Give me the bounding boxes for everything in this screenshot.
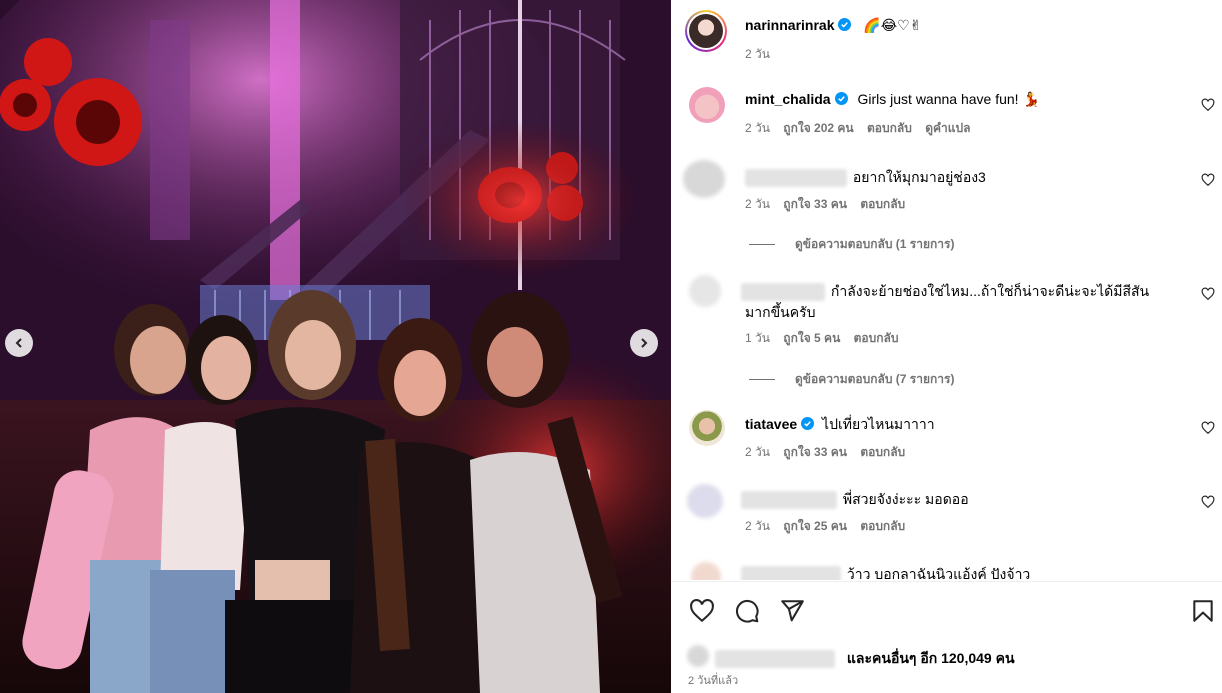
bookmark-icon	[1193, 600, 1213, 622]
comment-4-age: 2 วัน	[745, 445, 770, 459]
chevron-left-icon	[15, 338, 22, 348]
blurred-username[interactable]	[741, 491, 837, 510]
commenter-avatar[interactable]	[689, 410, 725, 446]
comment-6-text: ว้าว บอกลาฉันนิวแอ้งค์ ปังจ้าว	[846, 566, 1031, 580]
comment-3-age: 1 วัน	[745, 331, 770, 345]
blurred-username[interactable]	[741, 566, 841, 580]
like-button[interactable]	[689, 598, 715, 624]
liker-avatar[interactable]	[687, 645, 709, 667]
heart-icon[interactable]	[1201, 495, 1215, 509]
comment-1-age: 2 วัน	[745, 121, 770, 135]
share-button[interactable]	[779, 598, 805, 624]
blurred-username[interactable]	[745, 169, 847, 188]
author-avatar[interactable]	[685, 10, 727, 52]
comment-3-text-line2: มากขึ้นครับ	[745, 304, 816, 320]
comment-5-text: พี่สวยจังง่ะะะ มอดออ	[842, 491, 969, 507]
comment-2-text: อยากให้มุกมาอยู่ช่อง3	[852, 169, 986, 185]
share-icon	[781, 600, 804, 622]
caption-text: 🌈😂♡✌	[863, 17, 922, 33]
comment-4-username[interactable]: tiatavee	[745, 416, 797, 432]
divider	[671, 581, 1222, 582]
heart-icon[interactable]	[1201, 98, 1215, 112]
heart-icon[interactable]	[1201, 287, 1215, 301]
comment-3-reply-button[interactable]: ตอบกลับ	[854, 331, 899, 345]
comment-4-likes[interactable]: ถูกใจ 33 คน	[783, 445, 847, 459]
caption-age: 2 วัน	[745, 47, 770, 61]
heart-icon[interactable]	[1201, 173, 1215, 187]
comment-5-reply-button[interactable]: ตอบกลับ	[860, 519, 905, 533]
comment-4-reply-button[interactable]: ตอบกลับ	[860, 445, 905, 459]
save-button[interactable]	[1190, 598, 1216, 624]
comment-1-likes[interactable]: ถูกใจ 202 คน	[783, 121, 853, 135]
comment-icon	[736, 600, 759, 623]
commenter-avatar[interactable]	[687, 484, 723, 518]
comment-2-reply-button[interactable]: ตอบกลับ	[860, 197, 905, 211]
verified-badge-icon	[838, 18, 852, 31]
comment-1-text: Girls just wanna have fun! 💃	[857, 91, 1040, 107]
blurred-username[interactable]	[741, 283, 825, 302]
comment-3-text-line1: กำลังจะย้ายช่องใช่ไหม...ถ้าใช่ก็น่าจะดีน…	[830, 283, 1150, 299]
view-replies-button[interactable]: ดูข้อความตอบกลับ (1 รายการ)	[749, 235, 954, 254]
comment-5-likes[interactable]: ถูกใจ 25 คน	[783, 519, 847, 533]
next-photo-button[interactable]	[630, 329, 658, 357]
likes-count[interactable]: และคนอื่นๆ อีก 120,049 คน	[847, 650, 1015, 666]
comments-panel: narinnarinrak 🌈😂♡✌ 2 วัน mint_chalida Gi…	[671, 0, 1222, 693]
verified-badge-icon	[801, 417, 815, 430]
comment-1-username[interactable]: mint_chalida	[745, 91, 831, 107]
comment-3-likes[interactable]: ถูกใจ 5 คน	[783, 331, 840, 345]
comment-5-age: 2 วัน	[745, 519, 770, 533]
comment-1-reply-button[interactable]: ตอบกลับ	[867, 121, 912, 135]
verified-badge-icon	[834, 92, 848, 105]
commenter-avatar[interactable]	[683, 160, 725, 198]
comment-2-age: 2 วัน	[745, 197, 770, 211]
post-timestamp: 2 วันที่แล้ว	[688, 675, 739, 687]
chevron-right-icon	[641, 338, 648, 348]
post-photo[interactable]	[0, 0, 671, 693]
view-replies-button[interactable]: ดูข้อความตอบกลับ (7 รายการ)	[749, 370, 954, 389]
commenter-avatar[interactable]	[691, 562, 721, 580]
comment-button[interactable]	[734, 598, 760, 624]
comment-2-likes[interactable]: ถูกใจ 33 คน	[783, 197, 847, 211]
prev-photo-button[interactable]	[5, 329, 33, 357]
heart-icon	[690, 599, 714, 623]
commenter-avatar[interactable]	[689, 275, 721, 307]
blurred-username[interactable]	[715, 650, 835, 669]
author-username[interactable]: narinnarinrak	[745, 17, 834, 33]
comment-6-clipped: ว้าว บอกลาฉันนิวแอ้งค์ ปังจ้าว	[671, 556, 1222, 580]
comment-1-translate-button[interactable]: ดูคำแปล	[925, 121, 970, 135]
comment-4-text: ไปเที่ยวไหนมาาาา	[822, 416, 935, 432]
heart-icon[interactable]	[1201, 421, 1215, 435]
commenter-avatar[interactable]	[689, 87, 725, 123]
party-photo-illustration	[0, 0, 671, 693]
